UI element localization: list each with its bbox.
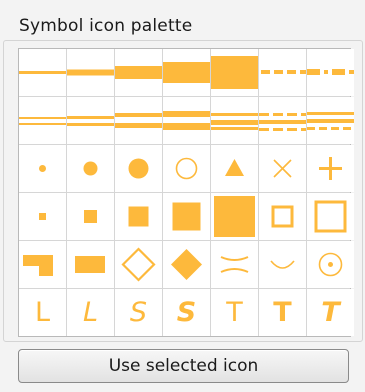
group-title: Symbol icon palette	[14, 16, 198, 36]
palette-cell[interactable]	[163, 193, 210, 240]
letter-italic-l-icon: L	[83, 297, 98, 328]
palette-cell[interactable]	[19, 193, 66, 240]
plus-icon	[319, 157, 342, 180]
double-line-heavy-icon	[115, 113, 162, 128]
palette-cell[interactable]	[67, 49, 114, 96]
square-tiny-icon	[39, 213, 46, 220]
palette-cell[interactable]	[67, 241, 114, 288]
square-small-icon	[84, 210, 97, 223]
palette-cell[interactable]	[67, 145, 114, 192]
palette-cell[interactable]	[163, 97, 210, 144]
svg-text:S: S	[130, 297, 147, 328]
triangle-icon	[225, 159, 244, 176]
line-medium-icon	[67, 69, 114, 76]
step-shape-icon	[23, 255, 53, 276]
square-large-icon	[172, 202, 201, 231]
palette-cell[interactable]	[19, 145, 66, 192]
palette-cell[interactable]	[163, 241, 210, 288]
pinch-lines-icon	[220, 256, 249, 273]
palette-cell[interactable]	[259, 241, 306, 288]
line-thin-icon	[19, 71, 66, 74]
diamond-filled-icon	[171, 249, 202, 280]
square-outline-large-icon	[314, 200, 347, 233]
double-line-wide-icon	[211, 113, 258, 130]
palette-cell[interactable]	[115, 97, 162, 144]
palette-cell[interactable]: L	[19, 289, 66, 336]
line-dash-dot-icon	[307, 69, 354, 75]
square-xlarge-icon	[214, 196, 255, 237]
palette-cell[interactable]	[259, 145, 306, 192]
line-heavy-icon	[163, 62, 210, 83]
svg-text:T: T	[321, 297, 342, 328]
square-medium-icon	[128, 206, 149, 227]
palette-cell[interactable]	[67, 193, 114, 240]
circle-outline-icon	[175, 157, 198, 180]
dot-small-icon	[39, 165, 46, 172]
letter-bold-t-icon: T	[273, 297, 292, 328]
double-line-medium-icon	[67, 116, 114, 126]
palette-cell[interactable]	[259, 49, 306, 96]
palette-cell[interactable]: T	[211, 289, 258, 336]
palette-cell[interactable]	[115, 49, 162, 96]
palette-cell[interactable]	[211, 145, 258, 192]
palette-cell[interactable]	[307, 193, 354, 240]
letter-l-icon: L	[35, 297, 50, 328]
palette-cell[interactable]	[307, 49, 354, 96]
palette-cell[interactable]: T	[307, 289, 354, 336]
palette-cell[interactable]	[67, 97, 114, 144]
palette-cell[interactable]	[115, 193, 162, 240]
double-line-bold-icon	[163, 111, 210, 130]
cross-x-icon	[273, 159, 292, 178]
palette-cell[interactable]	[163, 49, 210, 96]
line-dashed-icon	[261, 70, 306, 74]
use-selected-icon-button[interactable]: Use selected icon	[18, 349, 349, 383]
palette-cell[interactable]	[115, 145, 162, 192]
square-outline-icon	[271, 205, 294, 228]
rectangle-icon	[75, 256, 105, 273]
dot-large-icon	[128, 158, 149, 179]
palette-cell[interactable]	[19, 49, 66, 96]
dot-medium-icon	[83, 161, 98, 176]
palette-cell[interactable]	[211, 241, 258, 288]
palette-cell[interactable]: L	[67, 289, 114, 336]
line-block-icon	[211, 56, 258, 89]
palette-cell[interactable]	[19, 97, 66, 144]
palette-cell[interactable]: S	[115, 289, 162, 336]
bullseye-icon	[318, 252, 343, 277]
icon-grid: LLSSTTT	[18, 48, 354, 337]
letter-italic-t-icon: T	[321, 297, 342, 328]
palette-cell[interactable]	[259, 97, 306, 144]
letter-italic-s-icon: S	[177, 297, 196, 328]
double-line-thin-icon	[19, 117, 66, 125]
line-thick-icon	[115, 66, 162, 79]
arc-curve-icon	[270, 260, 295, 269]
letter-s-icon: S	[130, 297, 147, 328]
palette-cell[interactable]: S	[163, 289, 210, 336]
svg-text:T: T	[225, 297, 243, 328]
diamond-outline-icon	[121, 247, 156, 282]
triple-dashed-line-icon	[259, 113, 306, 131]
svg-text:S: S	[177, 297, 196, 328]
letter-t-icon: T	[225, 297, 243, 328]
palette-cell[interactable]	[19, 241, 66, 288]
triple-dash-line-icon	[307, 112, 354, 130]
palette-cell[interactable]	[307, 241, 354, 288]
palette-cell[interactable]	[307, 97, 354, 144]
palette-cell[interactable]	[115, 241, 162, 288]
palette-cell[interactable]	[163, 145, 210, 192]
svg-text:L: L	[35, 297, 50, 328]
palette-cell[interactable]: T	[259, 289, 306, 336]
svg-text:L: L	[83, 297, 98, 328]
palette-cell[interactable]	[211, 49, 258, 96]
palette-cell[interactable]	[307, 145, 354, 192]
palette-cell[interactable]	[211, 193, 258, 240]
palette-cell[interactable]	[259, 193, 306, 240]
palette-cell[interactable]	[211, 97, 258, 144]
svg-text:T: T	[273, 297, 292, 328]
